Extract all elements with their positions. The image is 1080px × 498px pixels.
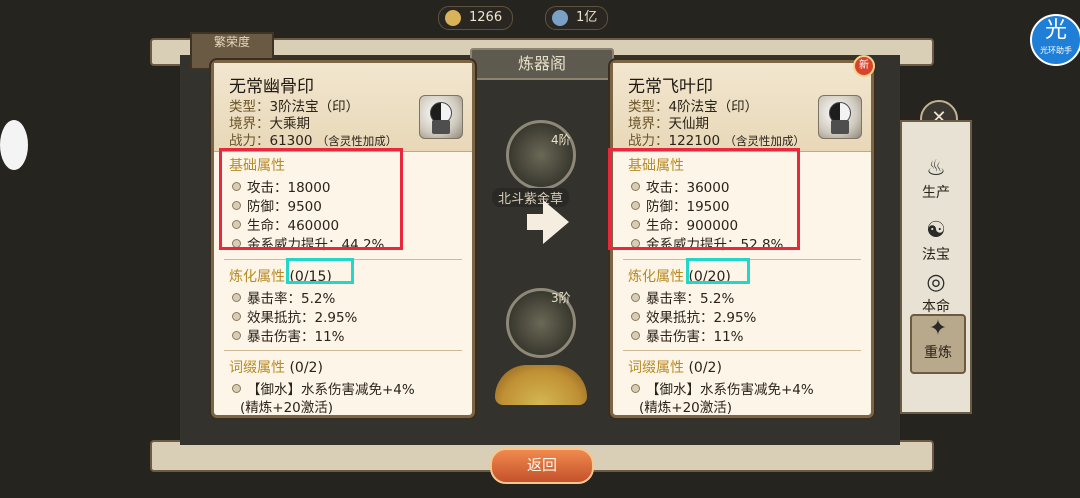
resource-currency-2: 1亿 [545,6,609,30]
highlight-box-refine-right [686,258,750,284]
stat-effect-resist: 效果抵抗：2.95% [232,306,357,326]
treasure-icon: ☯ [926,218,946,243]
highlight-box-refine-left [286,258,354,284]
swirl-icon: ◎ [926,270,946,295]
stat-crit-rate: 暴击率：5.2% [232,287,335,307]
divider [623,350,861,351]
lotus-pedestal [495,365,587,405]
stat-affix: 【御水】水系伤害减免+4% [631,378,814,398]
reforge-icon: ✦ [928,316,948,341]
section-affix-title: 词缀属性 (0/2) [628,360,722,376]
divider [224,350,462,351]
item-name: 无常飞叶印 [628,77,713,97]
seal-item-icon[interactable] [818,95,862,139]
highlight-box-basic-right [608,148,800,250]
highlight-box-basic-left [219,148,403,250]
new-badge: 新 [853,55,875,77]
spirit-stone-icon [552,10,568,26]
character-sprite [0,120,28,170]
back-button[interactable]: 返回 [490,448,594,484]
stat-crit-damage: 暴击伤害：11% [232,325,345,345]
item-power: 战力：122100 （含灵性加成） [628,133,805,149]
helper-badge[interactable]: 光 光环助手 [1030,14,1080,66]
section-affix-title: 词缀属性 (0/2) [229,360,323,376]
stat-effect-resist: 效果抵抗：2.95% [631,306,756,326]
stat-crit-damage: 暴击伤害：11% [631,325,744,345]
page-title: 炼器阁 [470,48,614,80]
item-name: 无常幽骨印 [229,77,314,97]
stat-affix: 【御水】水系伤害减免+4% [232,378,415,398]
tab-treasure[interactable]: ☯ 法宝 [910,218,962,274]
affix-note: (精炼+20激活) [240,400,334,416]
stat-crit-rate: 暴击率：5.2% [631,287,734,307]
coin-icon [445,10,461,26]
seal-item-icon[interactable] [419,95,463,139]
result-slot[interactable]: 3阶 [506,288,576,358]
pot-icon: ♨ [926,156,946,181]
arrow-right-icon [543,200,569,244]
affix-note: (精炼+20激活) [639,400,733,416]
item-power: 战力：61300 （含灵性加成） [229,133,398,149]
resource-currency-1: 1266 [438,6,514,30]
tab-reforge[interactable]: ✦ 重炼 [910,314,966,374]
side-tab-panel: ♨ 生产 ☯ 法宝 ◎ 本命 ✦ 重炼 [900,120,972,414]
material-slot[interactable]: 4阶 [506,120,576,190]
tab-produce[interactable]: ♨ 生产 [910,156,962,212]
